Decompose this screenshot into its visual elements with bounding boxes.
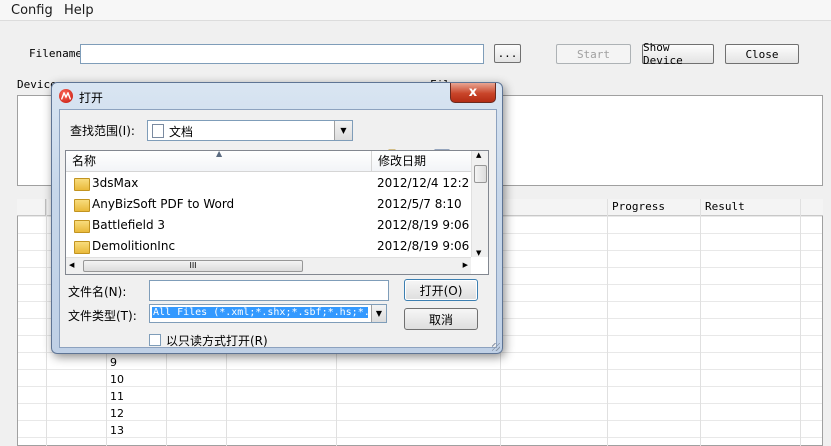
- folder-icon: [74, 220, 90, 233]
- dialog-body: 查找范围(I): 文档 ▼ ⬅ 名称 ▲ 修改日期 3dsMax 2: [59, 109, 497, 348]
- open-button[interactable]: 打开(O): [404, 279, 478, 301]
- scroll-right-icon[interactable]: ▶: [463, 261, 468, 269]
- chevron-down-icon[interactable]: ▼: [371, 305, 386, 322]
- open-file-dialog: 打开 x 查找范围(I): 文档 ▼ ⬅ 名称 ▲ 修改日期: [51, 82, 503, 354]
- chevron-down-icon[interactable]: ▼: [334, 121, 352, 140]
- folder-icon: [74, 199, 90, 212]
- scroll-thumb[interactable]: III: [83, 260, 303, 272]
- document-icon: [152, 124, 164, 138]
- close-button[interactable]: Close: [725, 44, 799, 64]
- readonly-checkbox[interactable]: [149, 334, 161, 346]
- sort-ascending-icon: ▲: [216, 149, 223, 158]
- resize-grip-icon[interactable]: [492, 343, 500, 351]
- dialog-filename-input[interactable]: [149, 280, 389, 301]
- look-in-value: 文档: [169, 125, 194, 139]
- scroll-left-icon[interactable]: ◀: [69, 261, 74, 269]
- grid-column-divider: [607, 199, 608, 446]
- menu-bar: Config Help: [0, 0, 831, 21]
- grid-column-divider: [700, 199, 701, 446]
- filename-label: Filename: [29, 47, 82, 60]
- look-in-label: 查找范围(I):: [70, 124, 135, 138]
- grid-row-number: 10: [110, 373, 124, 386]
- cancel-button[interactable]: 取消: [404, 308, 478, 330]
- file-name: AnyBizSoft PDF to Word: [92, 197, 235, 211]
- grid-row-number: 9: [110, 356, 117, 369]
- scroll-down-icon[interactable]: ▼: [476, 249, 481, 257]
- file-date: 2012/8/19 9:06: [377, 218, 469, 232]
- filetype-select[interactable]: All Files (*.xml;*.shx;*.sbf;*.hs;*. ▼: [149, 304, 387, 323]
- menu-help[interactable]: Help: [64, 3, 94, 18]
- file-list-item[interactable]: DemolitionInc 2012/8/19 9:06: [66, 236, 471, 257]
- scroll-grip: III: [189, 261, 197, 270]
- grid-row-number: 11: [110, 390, 124, 403]
- menu-config[interactable]: Config: [11, 3, 53, 18]
- vertical-scrollbar[interactable]: ▲ ▼: [471, 151, 488, 257]
- dialog-filetype-label: 文件类型(T):: [68, 309, 137, 323]
- dialog-title: 打开: [79, 91, 104, 105]
- folder-icon: [74, 241, 90, 254]
- file-list-item[interactable]: Battlefield 3 2012/8/19 9:06: [66, 215, 471, 236]
- file-date: 2012/12/4 12:24: [377, 176, 469, 190]
- motorola-logo-icon: [59, 89, 73, 103]
- grid-column-divider: [46, 199, 47, 446]
- start-button[interactable]: Start: [556, 44, 631, 64]
- grid-header-cell: [500, 199, 608, 215]
- file-list-item[interactable]: 3dsMax 2012/12/4 12:24: [66, 173, 471, 194]
- file-date: 2012/8/19 9:06: [377, 239, 469, 253]
- grid-column-divider: [800, 199, 801, 446]
- grid-header-progress: Progress: [607, 199, 701, 215]
- grid-row-number: 12: [110, 407, 124, 420]
- dialog-filename-label: 文件名(N):: [68, 285, 127, 299]
- filetype-value: All Files (*.xml;*.shx;*.sbf;*.hs;*.: [152, 307, 368, 318]
- folder-icon: [74, 178, 90, 191]
- file-name: 3dsMax: [92, 176, 139, 190]
- column-header-date[interactable]: 修改日期: [372, 151, 471, 171]
- file-name: Battlefield 3: [92, 218, 166, 232]
- browse-button[interactable]: ...: [494, 44, 521, 63]
- scroll-up-icon[interactable]: ▲: [476, 151, 481, 159]
- grid-row-number: 13: [110, 424, 124, 437]
- horizontal-scrollbar[interactable]: ◀ III ▶: [66, 257, 471, 274]
- file-list[interactable]: 名称 ▲ 修改日期 3dsMax 2012/12/4 12:24 AnyBizS…: [65, 149, 489, 275]
- readonly-label[interactable]: 以只读方式打开(R): [166, 332, 268, 349]
- show-device-button[interactable]: Show Device: [642, 41, 714, 67]
- file-list-header: 名称 ▲ 修改日期: [66, 149, 471, 172]
- look-in-combo[interactable]: 文档 ▼: [147, 120, 353, 141]
- close-icon: x: [468, 85, 478, 100]
- grid-header-result: Result: [700, 199, 800, 215]
- scroll-thumb[interactable]: [474, 165, 487, 183]
- file-list-item[interactable]: AnyBizSoft PDF to Word 2012/5/7 8:10: [66, 194, 471, 215]
- file-date: 2012/5/7 8:10: [377, 197, 462, 211]
- dialog-close-button[interactable]: x: [450, 83, 496, 103]
- filename-input[interactable]: [80, 44, 484, 64]
- file-name: DemolitionInc: [92, 239, 176, 253]
